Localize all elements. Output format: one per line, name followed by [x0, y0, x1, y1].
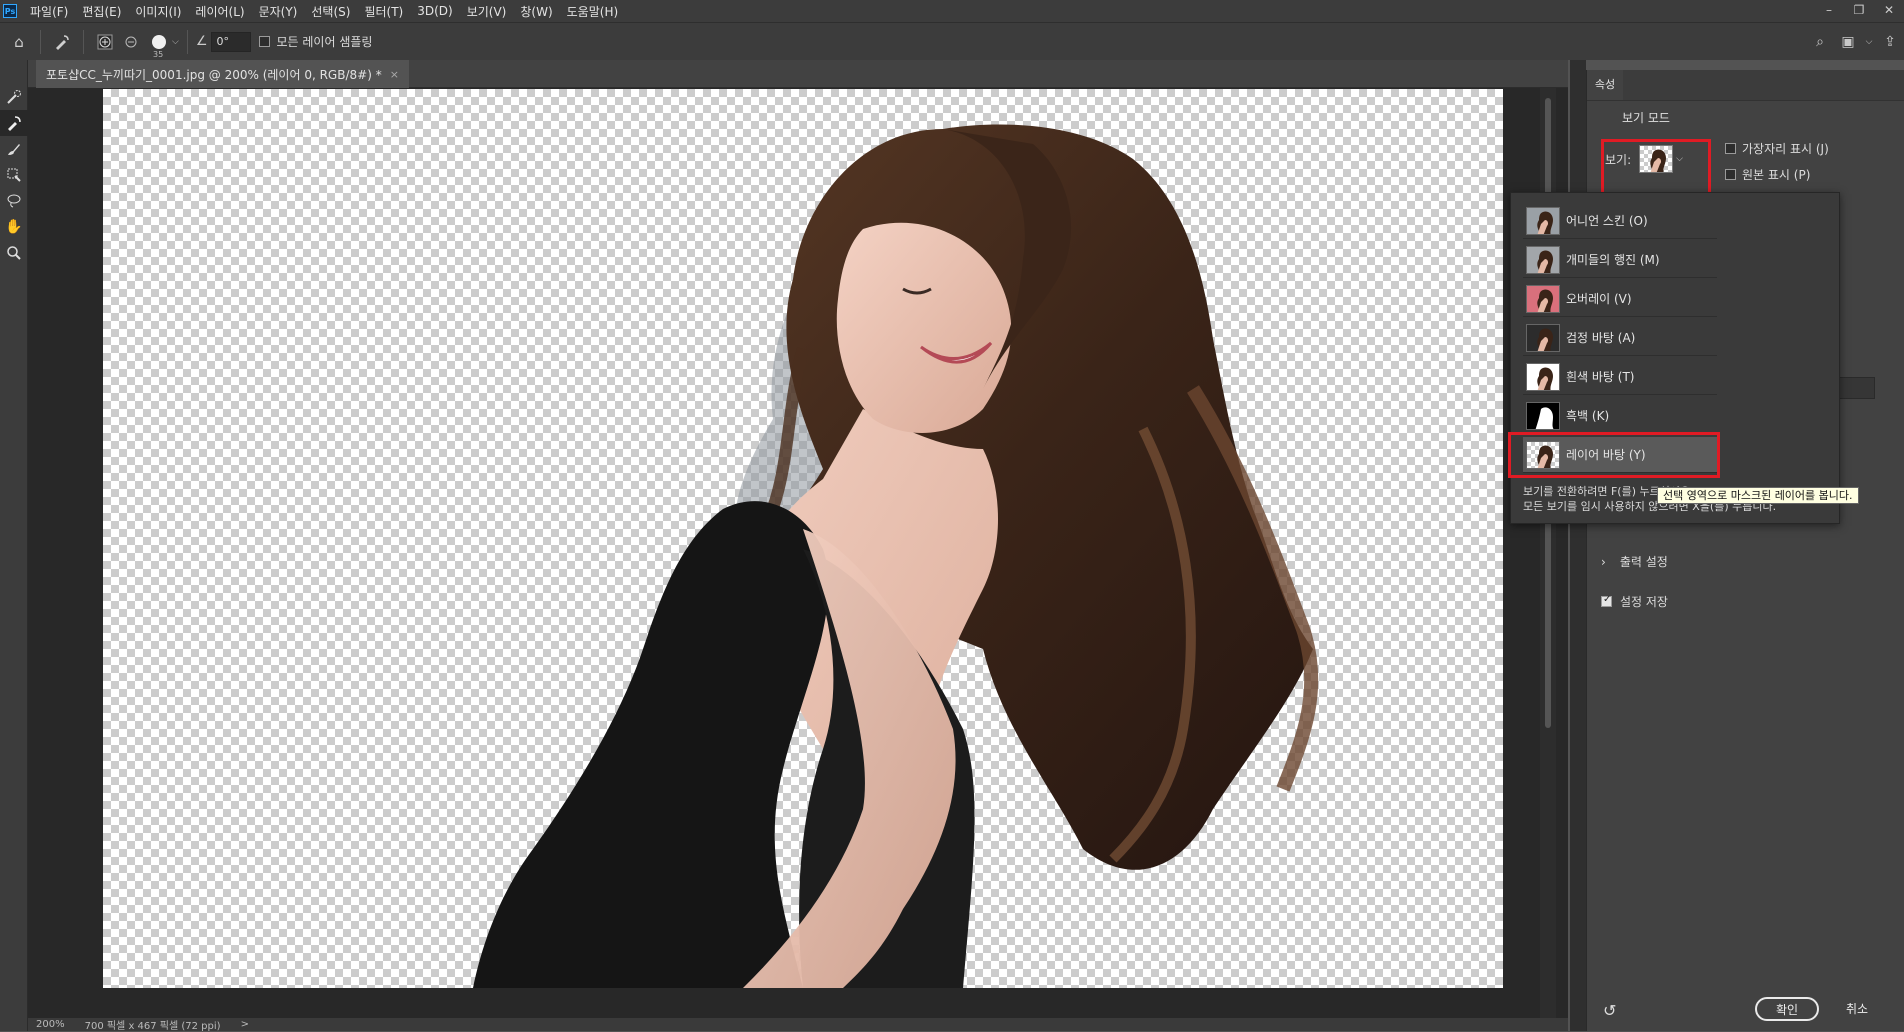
refine-edge-brush-tool-icon[interactable] — [0, 110, 28, 136]
menu-file[interactable]: 파일(F) — [23, 3, 75, 20]
tooltip: 선택 영역으로 마스크된 레이어를 봅니다. — [1657, 487, 1859, 504]
refine-edge-brush-icon[interactable] — [49, 29, 75, 55]
view-mode-option-overlay[interactable]: 오버레이 (V) — [1523, 281, 1717, 317]
menu-image[interactable]: 이미지(I) — [128, 3, 188, 20]
output-settings-label: 출력 설정 — [1619, 555, 1668, 569]
menu-edit[interactable]: 편집(E) — [75, 3, 128, 20]
status-arrow-icon[interactable]: > — [241, 1019, 249, 1030]
document-tab[interactable]: 포토샵CC_누끼따기_0001.jpg @ 200% (레이어 0, RGB/8… — [36, 60, 409, 88]
view-mode-thumbnail — [1526, 284, 1560, 313]
zoom-level[interactable]: 200% — [36, 1019, 65, 1030]
close-icon[interactable]: ✕ — [1874, 0, 1904, 22]
show-original-label: 원본 표시 (P) — [1742, 167, 1811, 182]
angle-icon: ∠ — [195, 34, 208, 49]
chevron-right-icon[interactable]: › — [1601, 555, 1606, 569]
view-mode-option-white[interactable]: 흰색 바탕 (T) — [1523, 359, 1717, 395]
reset-icon[interactable]: ↺ — [1603, 1001, 1616, 1020]
photoshop-logo: Ps — [3, 4, 17, 18]
show-edge-label: 가장자리 표시 (J) — [1742, 141, 1829, 156]
tools-panel: ✋ — [0, 60, 28, 1031]
canvas-area[interactable] — [28, 88, 1568, 1018]
selected-mode-highlight-box — [1508, 432, 1720, 478]
search-icon[interactable]: ⌕ — [1806, 34, 1834, 50]
add-to-selection-icon[interactable] — [92, 29, 118, 55]
document-title: 포토샵CC_누끼따기_0001.jpg @ 200% (레이어 0, RGB/8… — [46, 67, 382, 82]
menu-layer[interactable]: 레이어(L) — [188, 3, 251, 20]
options-bar: ⌂ 35 ⌵ ∠ 0° 모든 레이어 샘플링 ⌕ ▣ ⌵ ⇪ — [0, 22, 1904, 60]
save-settings-row[interactable]: 설정 저장 — [1601, 593, 1668, 610]
restore-icon[interactable]: ❐ — [1844, 0, 1874, 22]
share-icon[interactable]: ⇪ — [1876, 34, 1904, 50]
document-canvas[interactable] — [103, 89, 1503, 988]
sample-all-layers-checkbox[interactable] — [259, 36, 271, 47]
object-selection-tool-icon[interactable] — [0, 162, 28, 188]
document-info: 700 픽셀 x 467 픽셀 (72 ppi) — [84, 1021, 221, 1032]
menu-window[interactable]: 창(W) — [513, 3, 559, 20]
save-settings-checkbox[interactable] — [1601, 594, 1612, 607]
lasso-tool-icon[interactable] — [0, 188, 28, 214]
menu-3d[interactable]: 3D(D) — [410, 4, 459, 18]
cutout-woman-image — [473, 124, 1319, 988]
subtract-from-selection-icon[interactable] — [118, 29, 144, 55]
status-bar: 200% 700 픽셀 x 467 픽셀 (72 ppi) > — [28, 1018, 1568, 1032]
brush-size-picker[interactable]: 35 — [152, 34, 166, 59]
panel-footer: ↺ 확인 취소 — [1587, 991, 1904, 1031]
menu-filter[interactable]: 필터(T) — [357, 3, 410, 20]
view-mode-label: 어니언 스킨 (O) — [1566, 214, 1648, 228]
view-mode-option-black[interactable]: 검정 바탕 (A) — [1523, 320, 1717, 356]
view-mode-label: 개미들의 행진 (M) — [1566, 253, 1660, 267]
view-mode-option-ants[interactable]: 개미들의 행진 (M) — [1523, 242, 1717, 278]
quick-selection-tool-icon[interactable] — [0, 84, 28, 110]
angle-input[interactable]: 0° — [211, 31, 252, 52]
menu-select[interactable]: 선택(S) — [304, 3, 357, 20]
view-mode-label: 오버레이 (V) — [1566, 292, 1632, 306]
menu-view[interactable]: 보기(V) — [460, 3, 514, 20]
view-mode-option-bw[interactable]: 흑백 (K) — [1523, 398, 1717, 434]
cancel-button[interactable]: 취소 — [1827, 997, 1887, 1021]
view-mode-title: 보기 모드 — [1622, 111, 1670, 125]
view-mode-label: 흑백 (K) — [1566, 409, 1610, 423]
save-settings-label: 설정 저장 — [1620, 595, 1668, 609]
view-highlight-box — [1601, 139, 1711, 199]
show-original-checkbox[interactable] — [1725, 168, 1736, 180]
menu-help[interactable]: 도움말(H) — [560, 3, 626, 20]
home-icon[interactable]: ⌂ — [6, 29, 32, 55]
chevron-down-icon[interactable]: ⌵ — [172, 37, 179, 47]
show-edge-row[interactable]: 가장자리 표시 (J) — [1725, 135, 1829, 161]
zoom-tool-icon[interactable] — [0, 240, 28, 266]
menu-bar: Ps 파일(F) 편집(E) 이미지(I) 레이어(L) 문자(Y) 선택(S)… — [0, 0, 1904, 22]
ok-button[interactable]: 확인 — [1755, 997, 1819, 1021]
menu-type[interactable]: 문자(Y) — [252, 3, 305, 20]
brush-tool-icon[interactable] — [0, 136, 28, 162]
hand-tool-icon[interactable]: ✋ — [0, 214, 28, 240]
view-mode-thumbnail — [1526, 401, 1560, 430]
document-tab-bar: 포토샵CC_누끼따기_0001.jpg @ 200% (레이어 0, RGB/8… — [28, 60, 1568, 88]
view-mode-label: 검정 바탕 (A) — [1566, 331, 1636, 345]
brush-size-value: 35 — [153, 49, 164, 59]
show-original-row[interactable]: 원본 표시 (P) — [1725, 161, 1829, 187]
view-mode-label: 흰색 바탕 (T) — [1566, 370, 1635, 384]
view-mode-option-onion[interactable]: 어니언 스킨 (O) — [1523, 203, 1717, 239]
minimize-icon[interactable]: – — [1814, 0, 1844, 22]
view-mode-thumbnail — [1526, 245, 1560, 274]
chevron-down-icon[interactable]: ⌵ — [1862, 37, 1876, 47]
show-edge-checkbox[interactable] — [1725, 142, 1736, 154]
close-tab-icon[interactable]: × — [390, 68, 399, 81]
sample-all-layers-label: 모든 레이어 샘플링 — [276, 35, 373, 49]
tab-properties[interactable]: 속성 — [1587, 70, 1623, 100]
view-mode-thumbnail — [1526, 362, 1560, 391]
view-mode-thumbnail — [1526, 206, 1560, 235]
view-mode-thumbnail — [1526, 323, 1560, 352]
output-settings-row[interactable]: › 출력 설정 — [1601, 553, 1668, 570]
workspace-icon[interactable]: ▣ — [1834, 34, 1862, 50]
